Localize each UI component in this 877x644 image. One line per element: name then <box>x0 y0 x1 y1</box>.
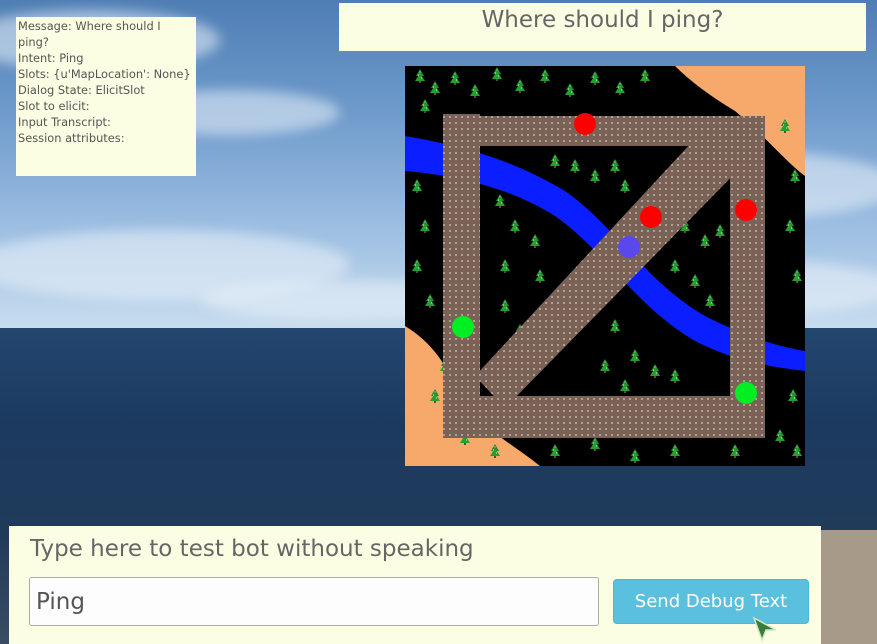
debug-input-transcript: Input Transcript: <box>18 115 111 129</box>
debug-dialog-state: Dialog State: ElicitSlot <box>18 83 145 97</box>
debug-slot-to-elicit: Slot to elicit: <box>18 99 90 113</box>
ally-marker[interactable] <box>452 316 474 338</box>
shore <box>818 530 877 644</box>
enemy-marker[interactable] <box>640 206 662 228</box>
debug-intent: Intent: Ping <box>18 51 84 65</box>
debug-input-panel: Type here to test bot without speaking S… <box>9 526 821 644</box>
mouse-cursor-icon <box>752 616 777 642</box>
debug-text-input[interactable] <box>29 577 599 626</box>
debug-slots: Slots: {u'MapLocation': None} <box>18 67 191 81</box>
lane-bottom <box>443 396 765 438</box>
minimap[interactable] <box>405 66 805 466</box>
lane-left <box>443 114 480 426</box>
debug-info-panel: Message: Where should I ping? Intent: Pi… <box>16 17 196 176</box>
debug-session-attributes: Session attributes: <box>18 131 125 145</box>
input-hint-label: Type here to test bot without speaking <box>30 536 474 562</box>
player-marker[interactable] <box>618 236 640 258</box>
debug-message: Message: Where should I ping? <box>18 19 161 49</box>
enemy-marker[interactable] <box>735 199 757 221</box>
send-debug-text-button[interactable]: Send Debug Text <box>613 579 809 624</box>
ally-marker[interactable] <box>735 382 757 404</box>
bot-prompt: Where should I ping? <box>339 3 866 51</box>
enemy-marker[interactable] <box>574 113 596 135</box>
